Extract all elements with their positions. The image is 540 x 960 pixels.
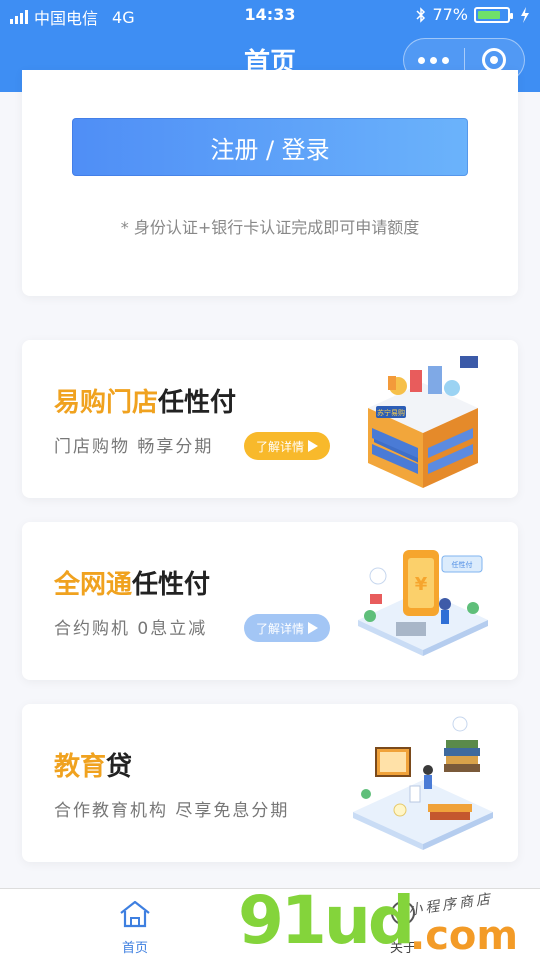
product-title: 全网通任性付 <box>54 564 210 601</box>
product-title-rest: 任性付 <box>132 570 211 600</box>
product-card-education[interactable]: 教育贷 合作教育机构 尽享免息分期 <box>22 704 518 862</box>
charging-icon <box>521 6 529 23</box>
login-hint: * 身份认证+银行卡认证完成即可申请额度 <box>120 218 420 237</box>
register-login-button[interactable]: 注册 / 登录 <box>72 118 468 176</box>
learn-more-label: 了解详情 <box>255 439 304 454</box>
product-card-network[interactable]: 全网通任性付 合约购机 0息立减 了解详情 ¥ 任性付 <box>22 522 518 680</box>
product-title: 教育贷 <box>54 746 132 783</box>
phone-purchase-illustration: ¥ 任性付 <box>358 550 488 656</box>
product-subtitle: 合作教育机构 尽享免息分期 <box>54 801 290 821</box>
product-title-rest: 贷 <box>106 752 133 782</box>
status-bar: 中国电信 4G 14:33 77% <box>0 0 540 30</box>
arrow-right-icon <box>308 440 318 452</box>
bluetooth-icon <box>416 6 426 23</box>
login-card: 注册 / 登录 * 身份认证+银行卡认证完成即可申请额度 <box>22 70 518 296</box>
battery-percent: 77% <box>432 5 468 24</box>
product-title-highlight: 教育 <box>54 752 107 782</box>
home-icon <box>120 900 150 928</box>
product-subtitle: 门店购物 畅享分期 <box>54 437 214 457</box>
tab-home-label: 首页 <box>121 941 148 956</box>
status-right: 77% <box>416 5 530 24</box>
product-title-highlight: 全网通 <box>54 570 133 600</box>
store-sign-text: 苏宁易购 <box>377 408 405 417</box>
product-title: 易购门店任性付 <box>54 382 236 419</box>
tab-about[interactable]: 关于 <box>363 899 443 956</box>
product-title-highlight: 易购门店 <box>54 388 159 418</box>
svg-text:¥: ¥ <box>415 574 428 595</box>
tab-about-label: 关于 <box>389 941 416 956</box>
product-card-store[interactable]: 易购门店任性付 门店购物 畅享分期 了解详情 苏宁易购 <box>22 340 518 498</box>
tab-home[interactable]: 首页 <box>95 899 175 956</box>
phone-sign-text: 任性付 <box>452 560 473 569</box>
about-icon <box>391 901 415 925</box>
battery-icon <box>474 6 513 23</box>
product-subtitle: 合约购机 0息立减 <box>54 619 208 639</box>
product-title-rest: 任性付 <box>158 388 237 418</box>
learn-more-button[interactable]: 了解详情 <box>244 432 330 460</box>
education-illustration <box>353 716 493 850</box>
learn-more-button[interactable]: 了解详情 <box>244 614 330 642</box>
tab-bar: 首页 关于 <box>0 888 540 960</box>
learn-more-label: 了解详情 <box>255 621 304 636</box>
store-building-illustration: 苏宁易购 <box>368 356 478 488</box>
arrow-right-icon <box>308 622 318 634</box>
